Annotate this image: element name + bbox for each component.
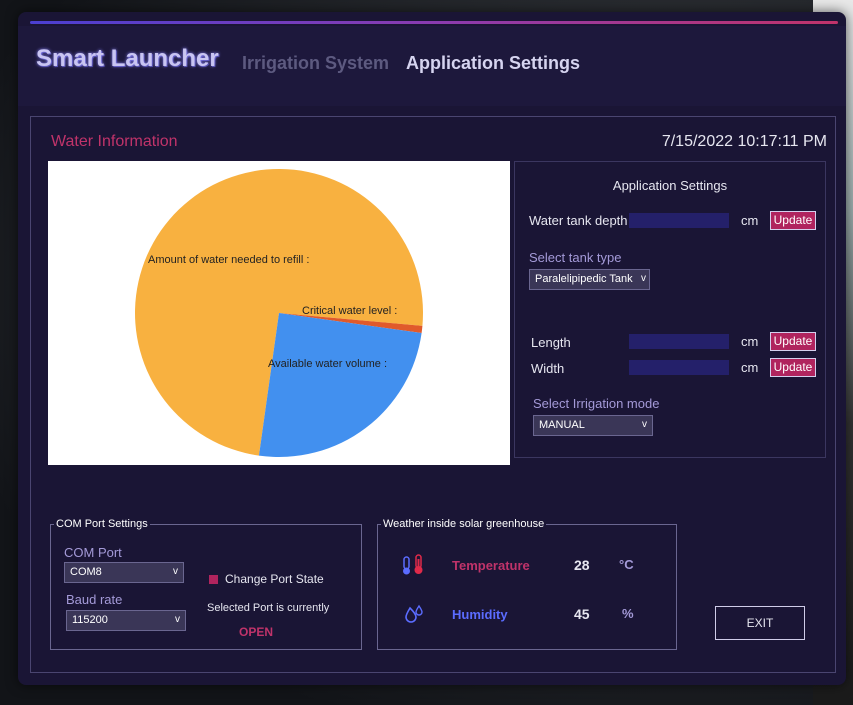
temperature-unit: °C (619, 557, 634, 572)
application-settings-panel: Application Settings Water tank depth cm… (514, 161, 826, 458)
baud-rate-value: 115200 (72, 614, 108, 626)
length-label: Length (531, 335, 571, 350)
width-label: Width (531, 361, 565, 376)
settings-title: Application Settings (612, 178, 728, 193)
tank-depth-unit: cm (741, 213, 759, 228)
tank-depth-input[interactable] (629, 213, 729, 228)
length-unit: cm (741, 334, 759, 349)
water-pie-chart: Amount of water needed to refill : Critic… (48, 161, 510, 465)
humidity-value: 45 (574, 606, 590, 622)
width-update-button[interactable]: Update (770, 358, 816, 377)
port-status-value: OPEN (239, 625, 274, 639)
section-title: Water Information (51, 133, 178, 150)
pie-label-1: Critical water level : (302, 305, 397, 317)
change-port-state-label[interactable]: Change Port State (225, 572, 324, 586)
pie-slice-2 (258, 313, 422, 457)
length-input[interactable] (629, 334, 729, 349)
gradient-line (30, 21, 838, 24)
temperature-label: Temperature (452, 558, 530, 573)
chevron-down-icon: v (641, 273, 646, 284)
pie-label-2: Available water volume : (268, 358, 387, 370)
irrigation-mode-select[interactable]: MANUAL v (533, 415, 653, 436)
humidity-icon (404, 604, 426, 624)
irrigation-mode-value: MANUAL (539, 419, 585, 431)
tank-type-value: Paralelipipedic Tank (535, 273, 633, 285)
width-input[interactable] (629, 360, 729, 375)
tank-depth-update-button[interactable]: Update (770, 211, 816, 230)
irrigation-mode-label: Select Irrigation mode (533, 396, 660, 411)
com-port-title: COM Port Settings (54, 518, 150, 530)
baud-rate-select[interactable]: 115200 v (66, 610, 186, 631)
com-port-label: COM Port (64, 545, 122, 560)
temperature-value: 28 (574, 557, 590, 573)
port-state-checkbox[interactable] (209, 575, 218, 584)
pie-label-0: Amount of water needed to refill : (148, 254, 309, 266)
exit-button[interactable]: EXIT (715, 606, 805, 640)
port-status-label: Selected Port is currently (207, 602, 330, 614)
width-unit: cm (741, 360, 759, 375)
length-update-button[interactable]: Update (770, 332, 816, 351)
humidity-label: Humidity (452, 607, 508, 622)
chevron-down-icon: v (642, 419, 647, 430)
tank-type-label: Select tank type (529, 250, 622, 265)
nav-irrigation-system[interactable]: Irrigation System (242, 53, 389, 74)
pie-svg: Amount of water needed to refill : Critic… (135, 169, 424, 457)
com-port-group: COM Port Settings COM Port COM8 v Baud r… (50, 518, 362, 650)
baud-rate-label: Baud rate (66, 592, 123, 607)
datetime-label: 7/15/2022 10:17:11 PM (661, 133, 827, 150)
weather-title: Weather inside solar greenhouse (381, 518, 547, 530)
chevron-down-icon: v (175, 614, 180, 625)
brand-logo: Smart Launcher (36, 45, 219, 72)
com-port-value: COM8 (70, 566, 102, 578)
com-port-select[interactable]: COM8 v (64, 562, 184, 583)
tank-depth-label: Water tank depth (529, 213, 628, 228)
nav-application-settings[interactable]: Application Settings (406, 53, 580, 74)
humidity-unit: % (622, 606, 634, 621)
app-window: Smart Launcher Irrigation System Applica… (18, 12, 846, 685)
tank-type-select[interactable]: Paralelipipedic Tank v (529, 269, 650, 290)
weather-group: Weather inside solar greenhouse Temperat… (377, 518, 677, 650)
thermometer-icon (402, 554, 428, 576)
main-panel: Water Information 7/15/2022 10:17:11 PM … (30, 116, 836, 673)
chevron-down-icon: v (173, 566, 178, 577)
